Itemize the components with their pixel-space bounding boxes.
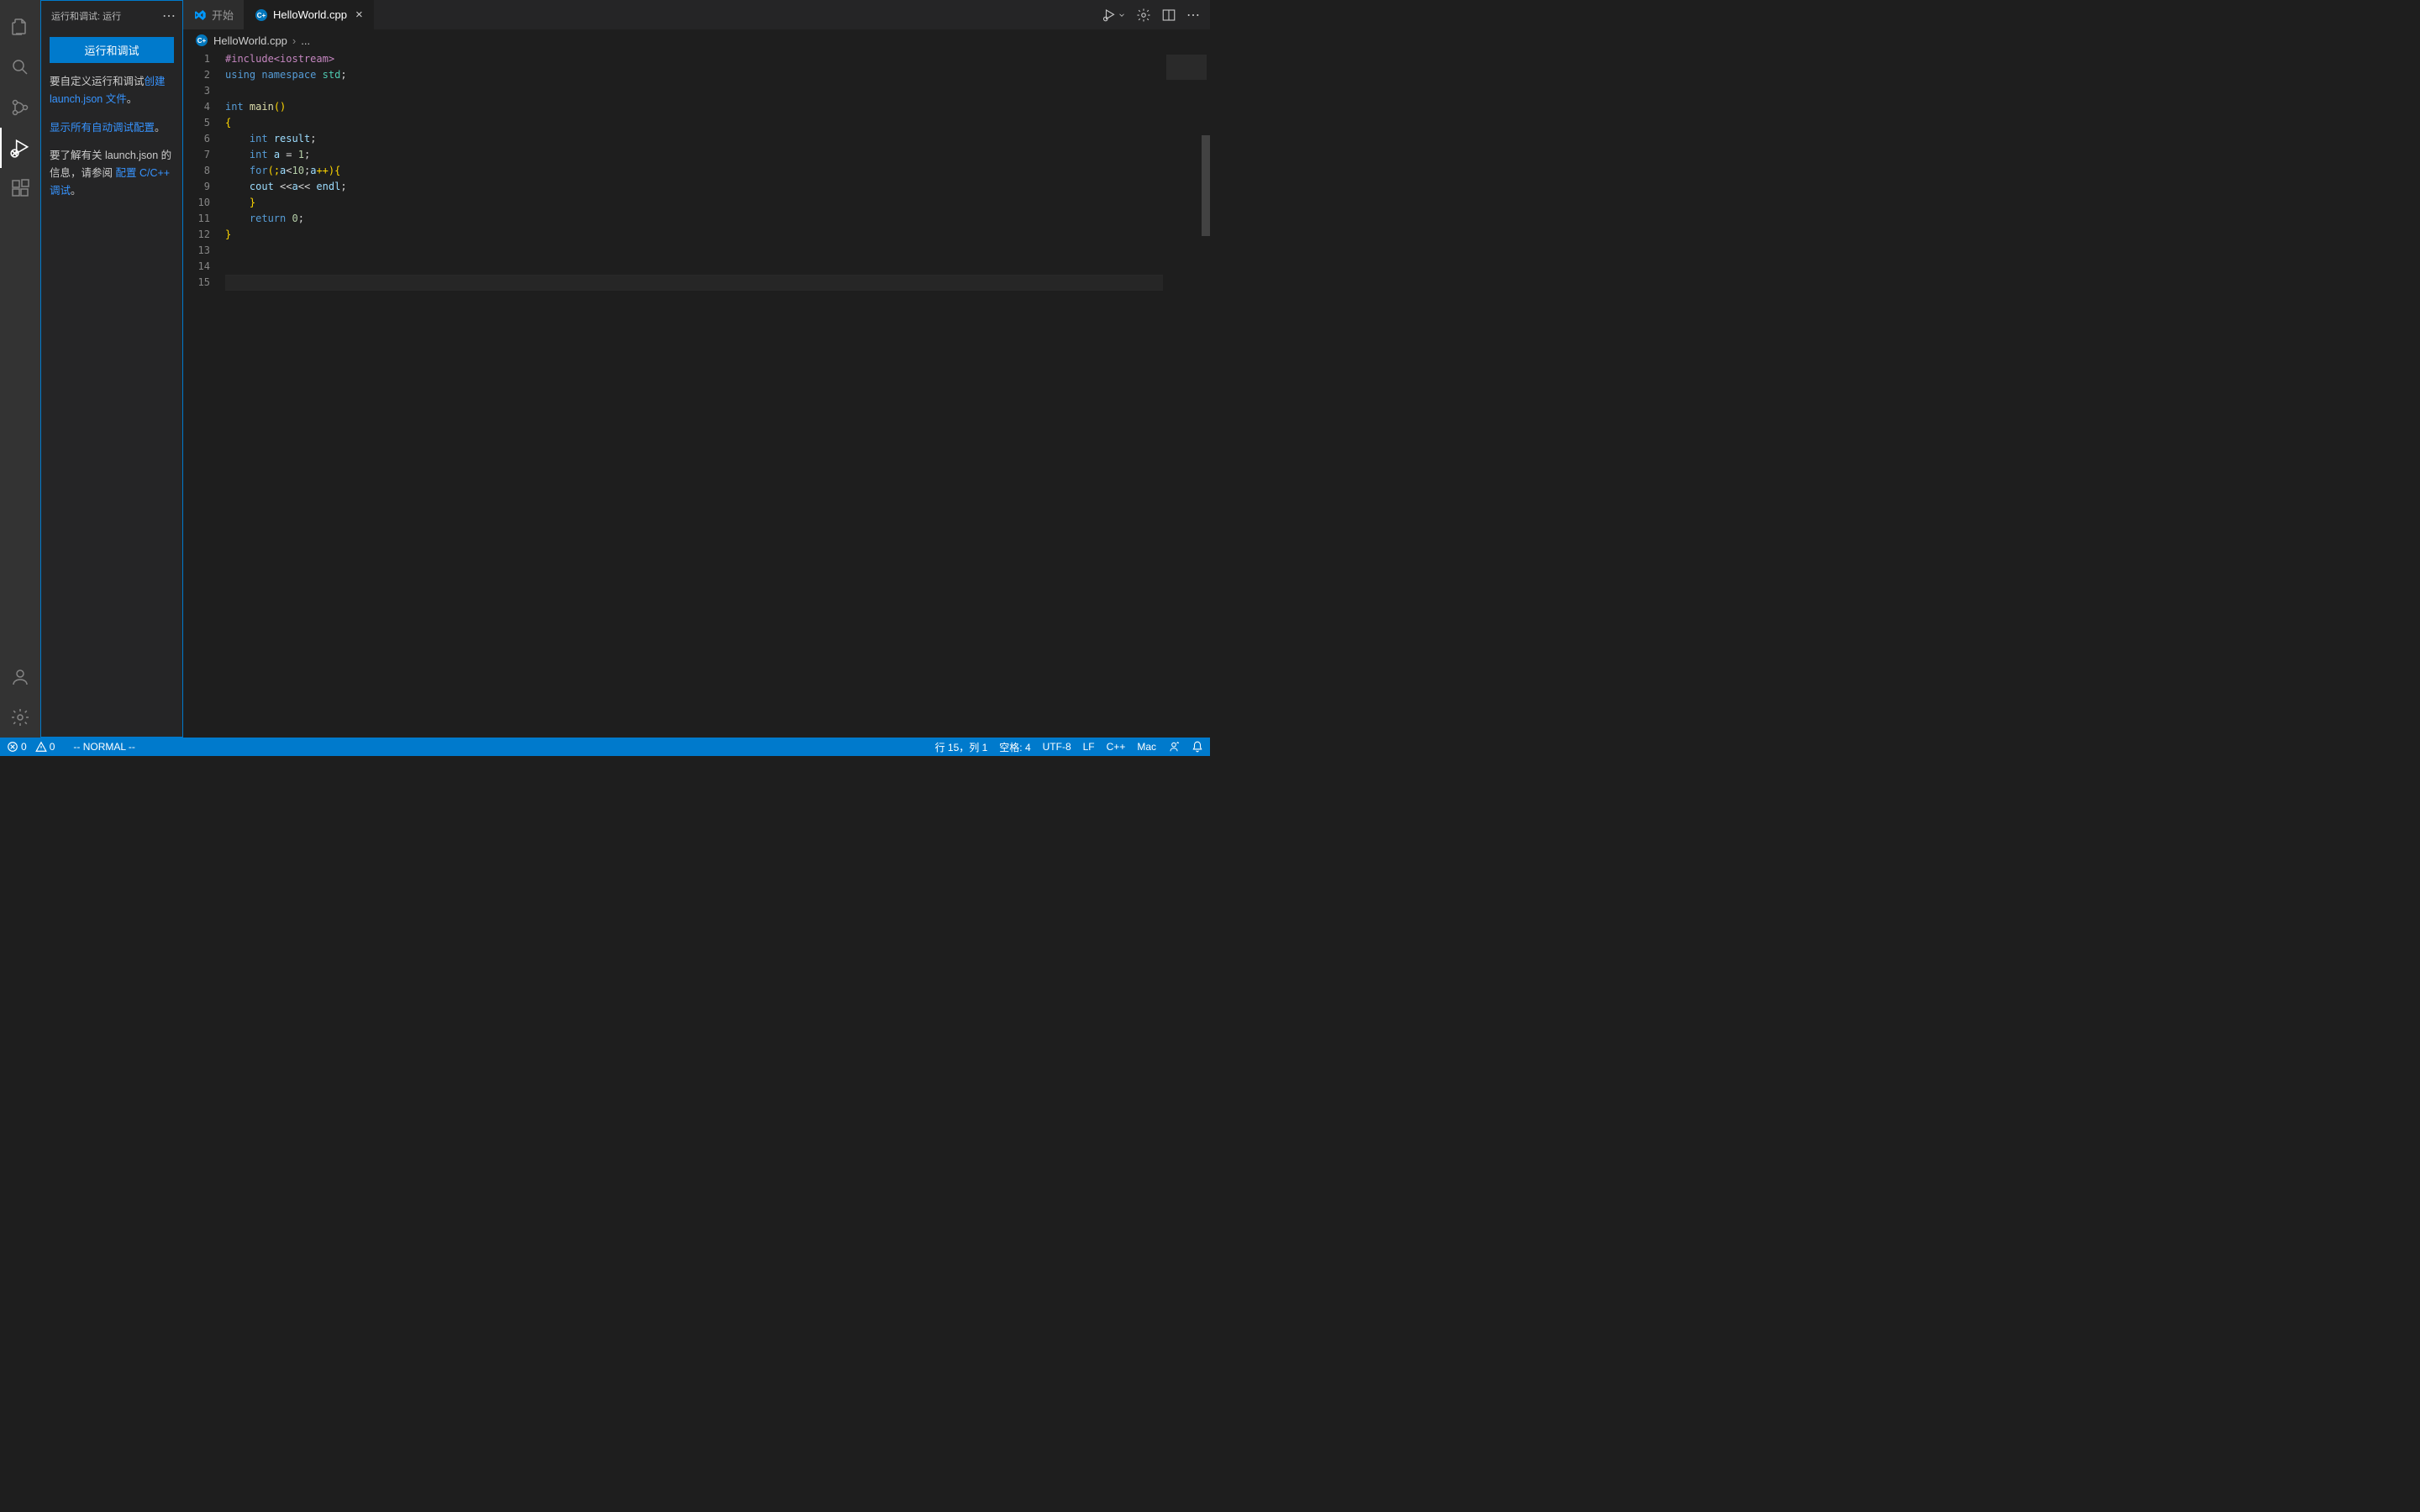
chevron-right-icon: › (292, 34, 296, 47)
status-os[interactable]: Mac (1137, 741, 1156, 753)
notifications-icon[interactable] (1192, 741, 1203, 753)
status-eol[interactable]: LF (1083, 741, 1095, 753)
explorer-icon[interactable] (0, 7, 40, 47)
search-icon[interactable] (0, 47, 40, 87)
sidebar-hint-1: 要自定义运行和调试创建 launch.json 文件。 (50, 73, 174, 109)
split-editor-icon[interactable] (1161, 8, 1176, 23)
minimap[interactable] (1163, 51, 1210, 738)
status-vim-mode: -- NORMAL -- (73, 741, 135, 753)
status-encoding[interactable]: UTF-8 (1043, 741, 1071, 753)
source-control-icon[interactable] (0, 87, 40, 128)
tab-helloworld-label: HelloWorld.cpp (273, 8, 347, 21)
code-content[interactable]: #include<iostream> using namespace std; … (225, 51, 1163, 738)
activity-bar (0, 0, 40, 738)
show-auto-debug-link[interactable]: 显示所有自动调试配置 (50, 122, 155, 134)
status-line-col[interactable]: 行 15，列 1 (935, 740, 988, 754)
breadcrumb[interactable]: C+ HelloWorld.cpp › ... (183, 29, 1210, 51)
breadcrumb-file: HelloWorld.cpp (213, 34, 287, 47)
breadcrumb-rest: ... (301, 34, 310, 47)
extensions-icon[interactable] (0, 168, 40, 208)
close-icon[interactable]: × (355, 8, 363, 22)
sidebar-title: 运行和调试: 运行 (51, 9, 121, 23)
tab-welcome-label: 开始 (212, 7, 234, 23)
settings-gear-icon[interactable] (0, 697, 40, 738)
sidebar-hint-2: 显示所有自动调试配置。 (50, 119, 174, 137)
sidebar-run-debug: 运行和调试: 运行 ⋯ 运行和调试 要自定义运行和调试创建 launch.jso… (40, 0, 183, 738)
editor-zone: 开始 C+ HelloWorld.cpp × ⋯ (183, 0, 1210, 738)
status-spaces[interactable]: 空格: 4 (999, 740, 1030, 754)
run-and-debug-button[interactable]: 运行和调试 (50, 37, 174, 63)
code-editor[interactable]: 123456789101112131415 #include<iostream>… (183, 51, 1210, 738)
tab-helloworld[interactable]: C+ HelloWorld.cpp × (245, 0, 374, 29)
run-debug-icon[interactable] (0, 128, 40, 168)
svg-text:C+: C+ (197, 37, 207, 45)
editor-more-icon[interactable]: ⋯ (1186, 7, 1200, 24)
sidebar-hint-3: 要了解有关 launch.json 的信息，请参阅 配置 C/C++ 调试。 (50, 147, 174, 201)
tab-welcome[interactable]: 开始 (183, 0, 245, 29)
scrollbar-thumb[interactable] (1202, 135, 1210, 236)
editor-tabs: 开始 C+ HelloWorld.cpp × ⋯ (183, 0, 1210, 29)
status-errors[interactable]: 0 (7, 741, 27, 753)
sidebar-header: 运行和调试: 运行 ⋯ (41, 1, 182, 30)
feedback-icon[interactable] (1168, 741, 1180, 753)
status-bar: 0 0 -- NORMAL -- 行 15，列 1 空格: 4 UTF-8 LF… (0, 738, 1210, 756)
line-number-gutter: 123456789101112131415 (183, 51, 225, 738)
status-warnings[interactable]: 0 (35, 741, 55, 753)
svg-text:C+: C+ (257, 12, 266, 19)
status-language[interactable]: C++ (1107, 741, 1126, 753)
account-icon[interactable] (0, 657, 40, 697)
editor-settings-icon[interactable] (1136, 8, 1151, 23)
run-config-icon[interactable] (1102, 8, 1126, 23)
sidebar-more-icon[interactable]: ⋯ (162, 8, 176, 24)
